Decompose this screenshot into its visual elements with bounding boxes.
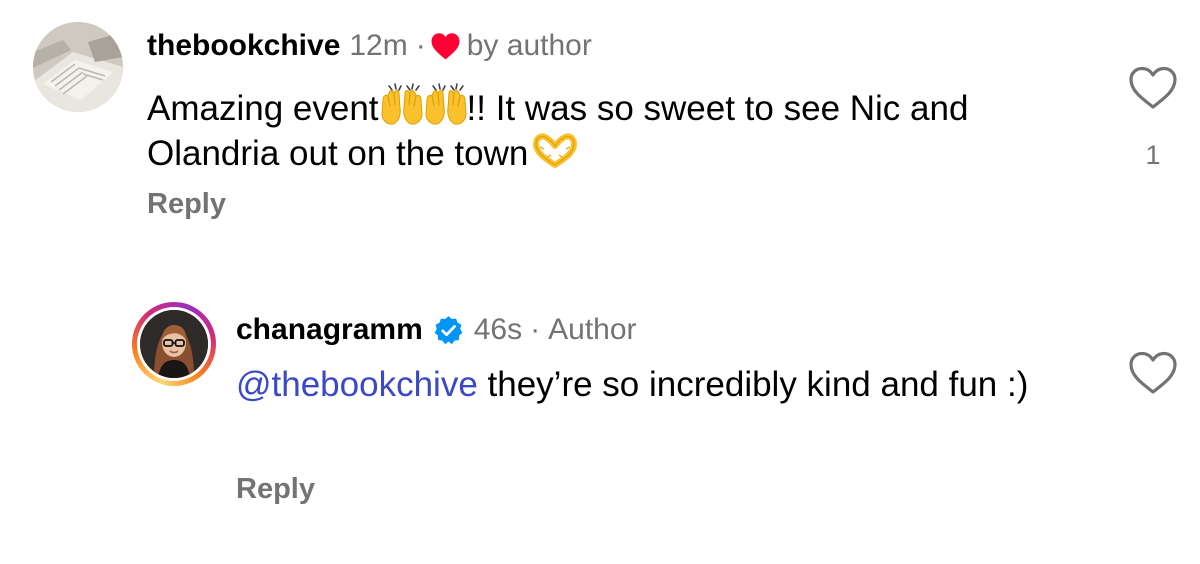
like-button[interactable] [1128,351,1178,395]
reply-button[interactable]: Reply [236,473,315,506]
username[interactable]: thebookchive [147,29,340,63]
avatar-book-image [33,22,123,112]
liked-by-author-label: by author [466,29,592,62]
heart-red-icon [430,32,461,60]
comment-text-body: they’re so incredibly kind and fun :) [477,365,1029,404]
story-ring[interactable] [132,302,216,386]
reply-button[interactable]: Reply [147,188,226,221]
heart-hands-emoji [532,133,578,169]
raising-hands-emoji [423,80,473,128]
timestamp: 12m [349,29,408,62]
heart-outline-icon [1129,66,1177,109]
like-button[interactable] [1128,66,1178,110]
raising-hands-emoji [379,80,429,128]
comment-text: Amazing event !! It was so sweet to see … [147,80,1107,176]
separator-dot: · [530,313,541,346]
comment-text: @thebookchive they’re so incredibly kind… [236,362,1096,407]
mention-link[interactable]: @thebookchive [236,365,478,404]
reply-comment-item: chanagramm 46s · Author @thebookchive th… [0,290,1200,564]
username[interactable]: chanagramm [236,313,423,347]
avatar [140,310,208,378]
like-count: 1 [1145,140,1161,170]
author-label: Author [548,313,637,346]
timestamp: 46s [473,313,523,346]
avatar-portrait-image [140,310,208,378]
comment-header: thebookchive 12m · by author [147,24,592,68]
comment-text-start: Amazing event [147,89,379,128]
comment-item: thebookchive 12m · by author Amazing eve… [0,0,1200,260]
avatar[interactable] [33,22,123,112]
heart-outline-icon [1129,351,1177,394]
separator-dot: · [415,29,426,62]
verified-badge-icon [433,315,464,346]
comment-header: chanagramm 46s · Author [236,308,637,352]
